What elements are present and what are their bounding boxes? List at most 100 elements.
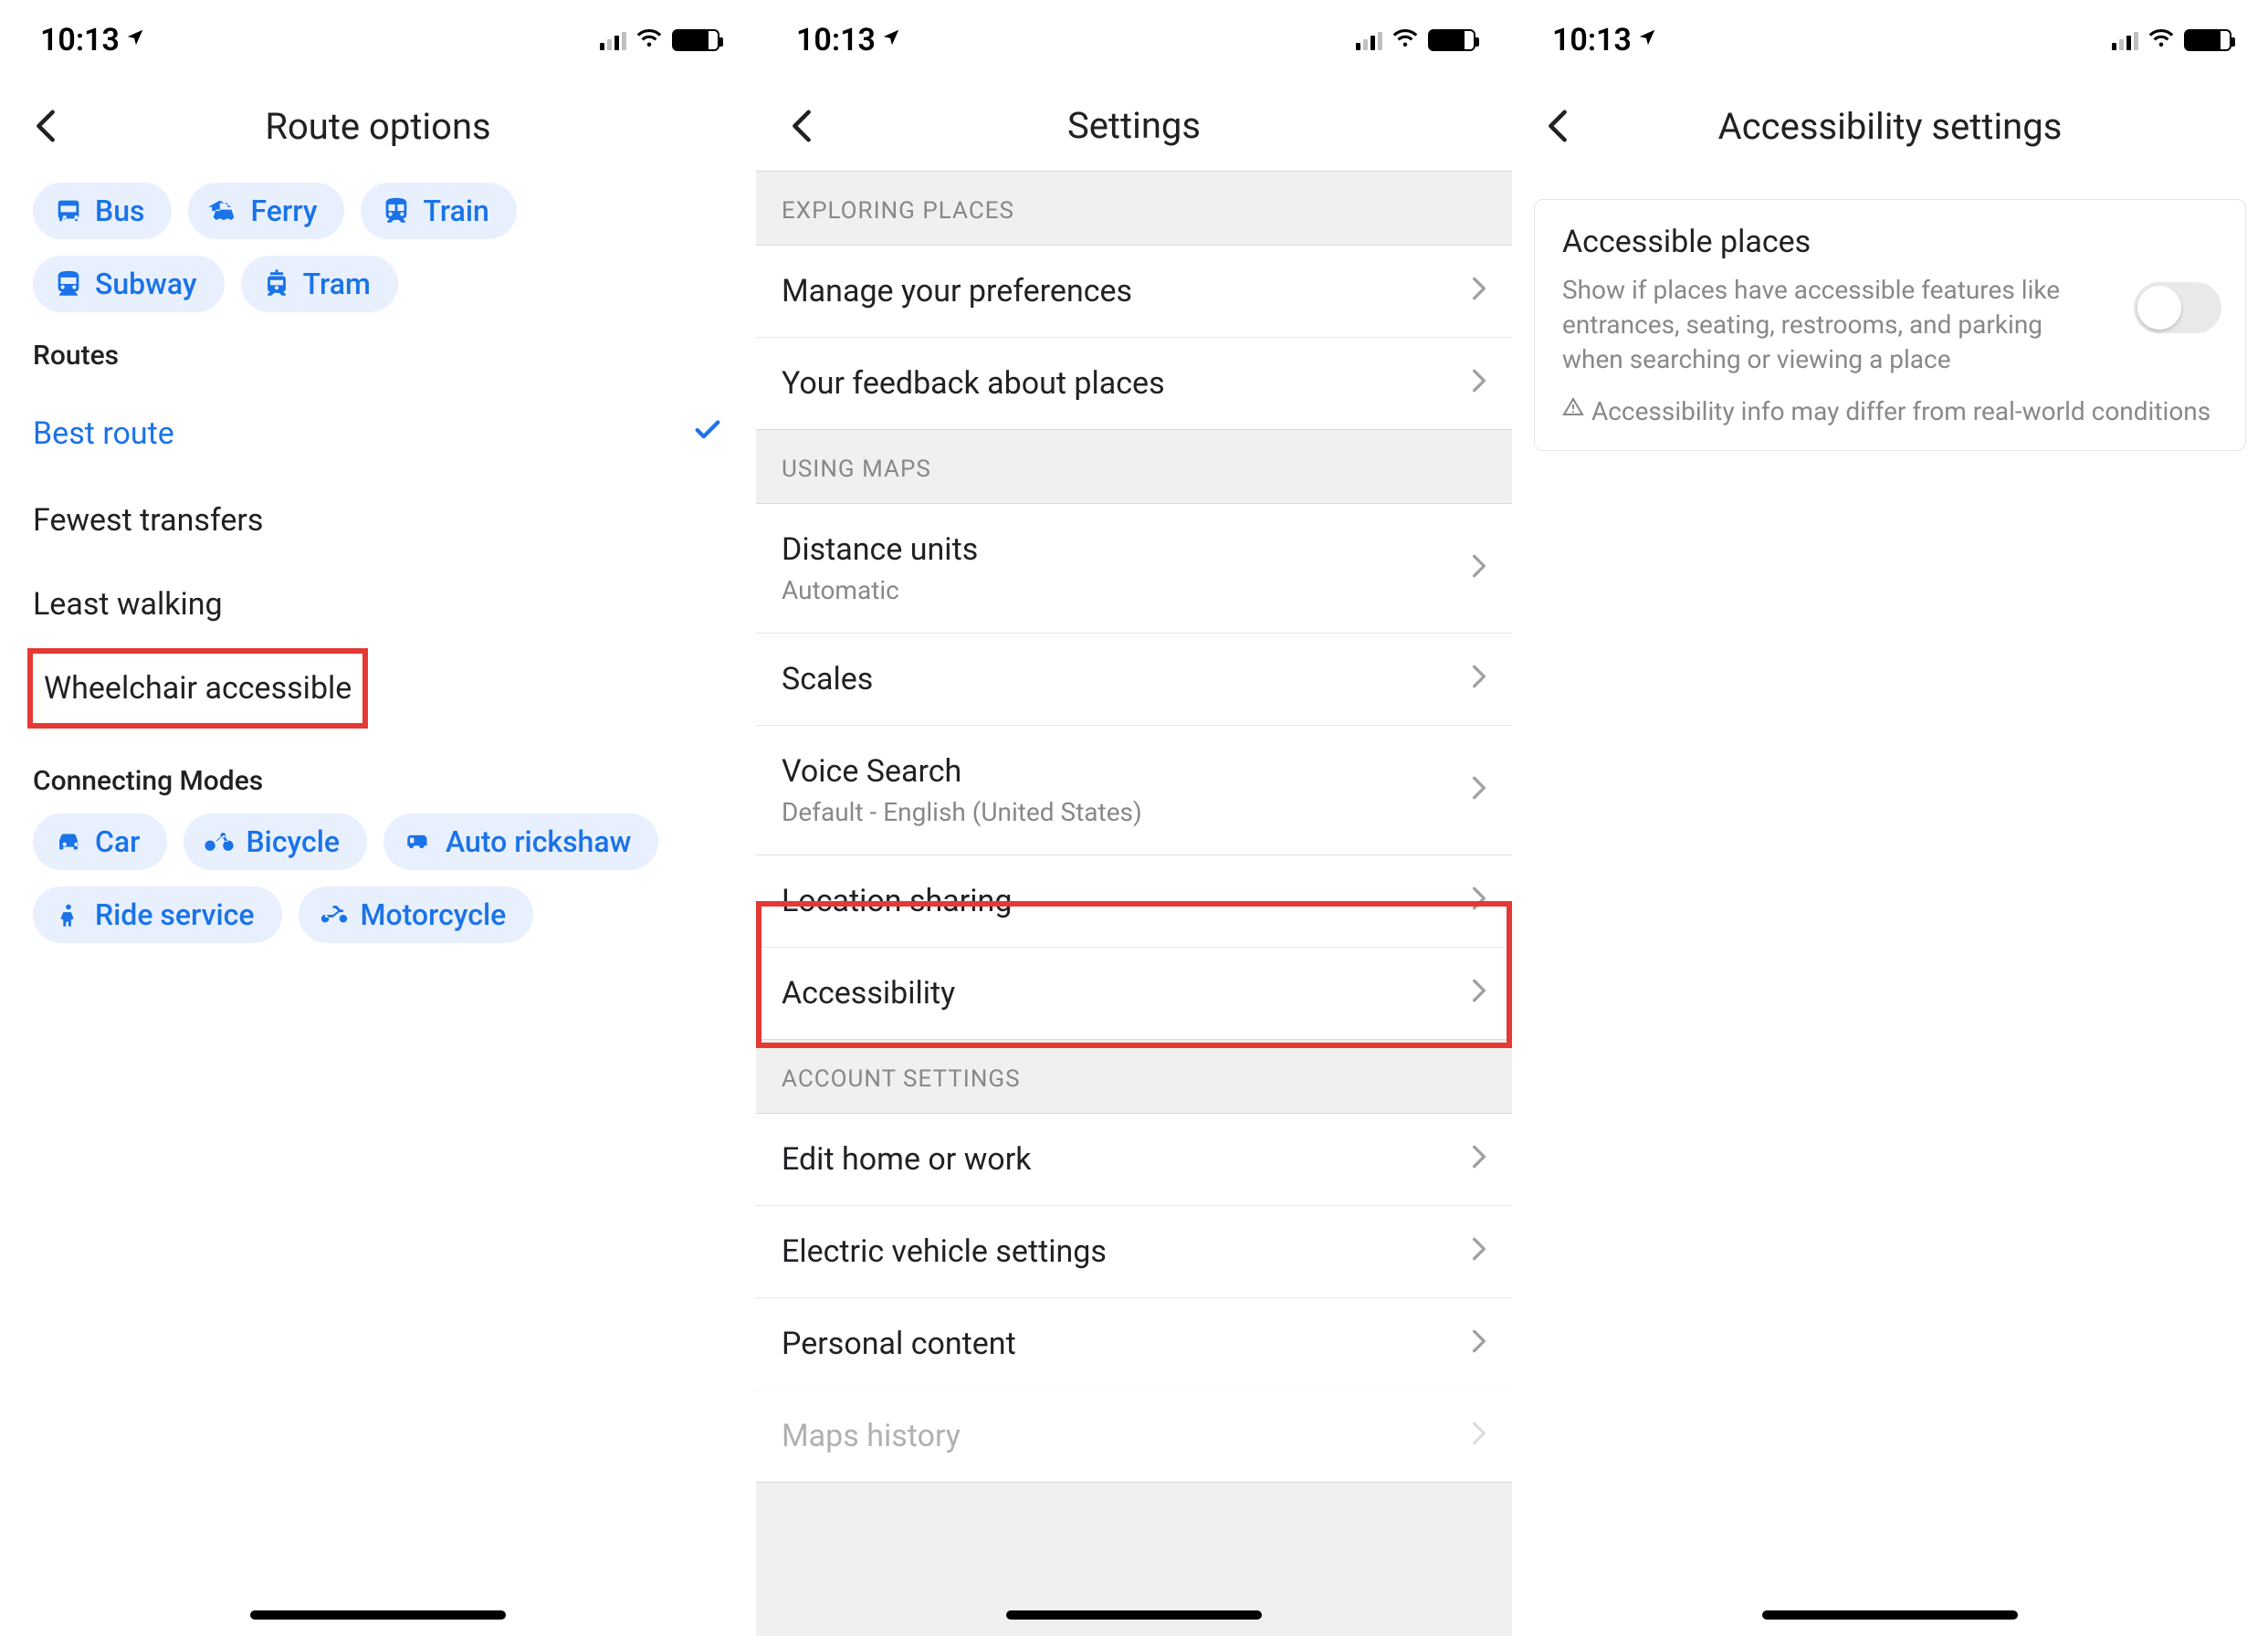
settings-row-scales[interactable]: Scales [756,633,1512,725]
nav-bar: Route options [0,80,756,172]
status-bar: 10:13 [0,0,756,80]
card-note-text: Accessibility info may differ from real-… [1591,396,2210,426]
route-option-fewest-transfers[interactable]: Fewest transfers [33,478,723,562]
chip-label: Motorcycle [361,897,507,932]
autorickshaw-icon [404,826,435,857]
nav-bar: Accessibility settings [1512,80,2268,172]
home-indicator[interactable] [1006,1610,1262,1620]
page-title: Accessibility settings [1512,105,2268,148]
settings-row-manage-preferences[interactable]: Manage your preferences [756,246,1512,337]
wifi-icon [2147,24,2175,58]
chip-motorcycle[interactable]: Motorcycle [299,886,534,943]
chip-rideservice[interactable]: Ride service [33,886,282,943]
settings-row-label: Voice Search [782,753,1142,790]
settings-row-label: Electric vehicle settings [782,1233,1107,1270]
settings-row-accessibility[interactable]: Accessibility [756,947,1512,1039]
card-description: Show if places have accessible features … [1562,273,2218,376]
route-option-wheelchair[interactable]: Wheelchair accessible [38,659,357,718]
battery-icon [672,29,719,51]
cellular-signal-icon [600,30,626,50]
settings-row-location-sharing[interactable]: Location sharing [756,855,1512,947]
chip-label: Train [423,194,488,228]
chevron-right-icon [1472,1233,1486,1270]
chevron-right-icon [1472,772,1486,809]
route-option-label: Best route [33,415,174,452]
chip-ferry[interactable]: Ferry [188,183,344,239]
chevron-right-icon [1472,273,1486,309]
chip-label: Tram [303,267,371,301]
chip-label: Bicycle [246,824,340,859]
route-option-best[interactable]: Best route [33,388,723,478]
location-arrow-icon [125,26,145,54]
chip-label: Auto rickshaw [446,824,631,859]
route-option-label: Fewest transfers [33,502,263,539]
screen-settings: 10:13 Settings EXPLORING PLACES Manage y… [756,0,1512,1636]
screen-route-options: 10:13 Route options Bus [0,0,756,1636]
chip-label: Car [95,824,140,859]
settings-row-sublabel: Automatic [782,575,978,605]
settings-row-label: Maps history [782,1418,961,1454]
chip-label: Bus [95,194,144,228]
chip-bicycle[interactable]: Bicycle [184,813,367,870]
ferry-icon [208,195,239,226]
connecting-mode-chips: Car Bicycle Auto rickshaw Ride service M… [33,813,723,943]
home-indicator[interactable] [250,1610,506,1620]
settings-group-exploring: Manage your preferences Your feedback ab… [756,245,1512,430]
chevron-right-icon [1472,1326,1486,1362]
chip-car[interactable]: Car [33,813,167,870]
chip-subway[interactable]: Subway [33,256,225,312]
settings-row-personal-content[interactable]: Personal content [756,1297,1512,1390]
settings-row-voice-search[interactable]: Voice Search Default - English (United S… [756,725,1512,855]
chevron-right-icon [1472,1418,1486,1454]
settings-group-header: USING MAPS [756,430,1512,503]
rideservice-icon [53,899,84,930]
wifi-icon [635,24,663,58]
chip-label: Subway [95,267,197,301]
settings-row-edit-home-work[interactable]: Edit home or work [756,1114,1512,1205]
bus-icon [53,195,84,226]
settings-row-distance-units[interactable]: Distance units Automatic [756,504,1512,633]
settings-row-maps-history[interactable]: Maps history [756,1390,1512,1482]
location-arrow-icon [1637,26,1657,54]
checkmark-icon [692,412,723,455]
chip-train[interactable]: Train [361,183,516,239]
chip-label: Ferry [250,194,317,228]
page-title: Route options [0,105,756,148]
settings-row-feedback-places[interactable]: Your feedback about places [756,337,1512,429]
chevron-right-icon [1472,661,1486,697]
route-option-least-walking[interactable]: Least walking [33,562,723,646]
chevron-right-icon [1472,975,1486,1012]
settings-row-ev-settings[interactable]: Electric vehicle settings [756,1205,1512,1297]
chip-tram[interactable]: Tram [241,256,398,312]
car-icon [53,826,84,857]
status-bar: 10:13 [756,0,1512,80]
chevron-right-icon [1472,1141,1486,1178]
route-option-label: Least walking [33,586,223,623]
home-indicator[interactable] [1762,1610,2018,1620]
settings-group-header: EXPLORING PLACES [756,172,1512,245]
card-note: Accessibility info may differ from real-… [1562,396,2218,426]
routes-section-label: Routes [33,340,723,372]
card-title: Accessible places [1562,224,2218,260]
chip-bus[interactable]: Bus [33,183,172,239]
chip-autorickshaw[interactable]: Auto rickshaw [383,813,658,870]
highlight-annotation: Wheelchair accessible [27,648,368,729]
chip-label: Ride service [95,897,255,932]
subway-icon [53,268,84,299]
settings-row-label: Personal content [782,1326,1016,1362]
transit-mode-chips: Bus Ferry Train Subway Tram [33,183,723,312]
page-title: Settings [756,104,1512,147]
accessible-places-toggle[interactable] [2134,282,2221,333]
settings-row-label: Edit home or work [782,1141,1031,1178]
toggle-knob [2137,286,2181,330]
location-arrow-icon [881,26,901,54]
motorcycle-icon [319,899,350,930]
status-time: 10:13 [40,22,120,58]
chevron-right-icon [1472,365,1486,402]
settings-group-account: Edit home or work Electric vehicle setti… [756,1113,1512,1483]
status-time: 10:13 [796,22,876,58]
battery-icon [1428,29,1475,51]
train-icon [381,195,412,226]
status-time: 10:13 [1552,22,1632,58]
settings-row-sublabel: Default - English (United States) [782,797,1142,827]
